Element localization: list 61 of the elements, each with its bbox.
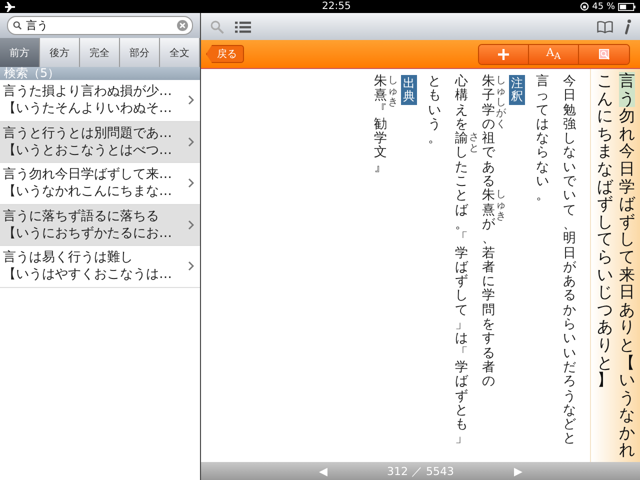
result-item[interactable]: 言うは易く行うは難し 【いうはやすくおこなうは… bbox=[0, 246, 200, 288]
headword-text: 勿れ今日学ばずして来日ありと【いうなかれ bbox=[619, 107, 635, 460]
result-title: 言うは易く行うは難し bbox=[3, 249, 134, 266]
result-title: 言うに落ちず語るに落ちる bbox=[3, 208, 160, 225]
chevron-icon bbox=[188, 220, 194, 230]
result-title: 言うと行うとは別問題であ… bbox=[3, 124, 173, 142]
info-icon[interactable] bbox=[623, 18, 632, 34]
ruby-text: しゅき bbox=[496, 189, 506, 222]
chevron-icon bbox=[188, 95, 194, 106]
body-text: が、若者に学問をする者の bbox=[482, 218, 495, 390]
body-text: 朱子学 bbox=[482, 75, 495, 118]
clear-icon[interactable] bbox=[177, 20, 188, 31]
rotation-lock-icon bbox=[580, 2, 590, 11]
body-text: したことば。「学ばずして」は「学ばずとも」 bbox=[455, 146, 468, 447]
chevron-icon bbox=[188, 136, 194, 147]
scope-tab[interactable]: 前方 bbox=[0, 38, 40, 67]
page-search-button[interactable] bbox=[579, 44, 629, 64]
results-header: 検索（5） bbox=[0, 67, 200, 80]
result-title: 言うた損より言わぬ損が少… bbox=[3, 83, 173, 100]
body-text: 今日勉強しないでいて、明日があるからいいだろうなどと bbox=[563, 75, 576, 447]
result-reading: 【いうはやすくおこなうは… bbox=[3, 266, 173, 284]
book-icon[interactable] bbox=[597, 20, 613, 34]
chevron-icon bbox=[188, 261, 194, 272]
section-label: 出典 bbox=[401, 75, 417, 106]
battery-icon bbox=[618, 2, 636, 10]
page-search-icon bbox=[598, 48, 610, 60]
body-text: 『勧学文』 bbox=[374, 104, 387, 176]
page-number: 312 ／ 5543 bbox=[387, 464, 454, 478]
result-item[interactable]: 言うと行うとは別問題であ… 【いうとおこなうとはべつ… bbox=[0, 122, 200, 163]
body-text: の祖である bbox=[482, 118, 495, 190]
result-reading: 【いうにおちずかたるにお… bbox=[3, 224, 173, 242]
search-field[interactable]: 言う bbox=[7, 16, 193, 35]
result-item[interactable]: 言うに落ちず語るに落ちる 【いうにおちずかたるにお… bbox=[0, 204, 200, 246]
section-label: 注釈 bbox=[509, 75, 525, 106]
scope-tab[interactable]: 部分 bbox=[120, 38, 160, 67]
body-text: 朱熹 bbox=[482, 189, 495, 218]
result-reading: 【いうたそんよりいわぬそ… bbox=[3, 100, 173, 118]
scope-tab[interactable]: 完全 bbox=[80, 38, 120, 67]
result-title: 言う勿れ今日学ばずして来… bbox=[3, 166, 173, 184]
highlighted-headword: 言う bbox=[619, 72, 635, 108]
body-text: 朱熹 bbox=[374, 75, 387, 104]
battery-percent: 45 % bbox=[592, 2, 615, 12]
list-icon[interactable] bbox=[235, 20, 251, 34]
body-text: 諭 bbox=[455, 132, 468, 146]
ruby-text: さと bbox=[469, 132, 479, 154]
airplane-icon bbox=[4, 2, 16, 12]
plus-icon bbox=[498, 48, 509, 60]
body-text: 心構えを bbox=[455, 75, 468, 132]
scope-tab[interactable]: 全文 bbox=[160, 38, 200, 67]
headword-text: こんにちまなばずしてらいじつありと】 bbox=[597, 72, 613, 389]
result-reading: 【いうとおこなうとはべつ… bbox=[3, 142, 173, 159]
ruby-text: しゅしがく bbox=[496, 75, 506, 130]
body-text: 言ってはならない。 bbox=[536, 75, 549, 204]
ruby-text: しゅき bbox=[388, 75, 398, 108]
result-reading: 【いうなかれこんにちまな… bbox=[3, 183, 173, 200]
add-button[interactable] bbox=[479, 44, 529, 64]
scope-tab[interactable]: 後方 bbox=[40, 38, 80, 67]
chevron-icon bbox=[188, 178, 194, 188]
body-text: ともいう。 bbox=[428, 75, 441, 146]
status-time: 22:55 bbox=[322, 1, 351, 12]
search-icon bbox=[13, 21, 22, 30]
